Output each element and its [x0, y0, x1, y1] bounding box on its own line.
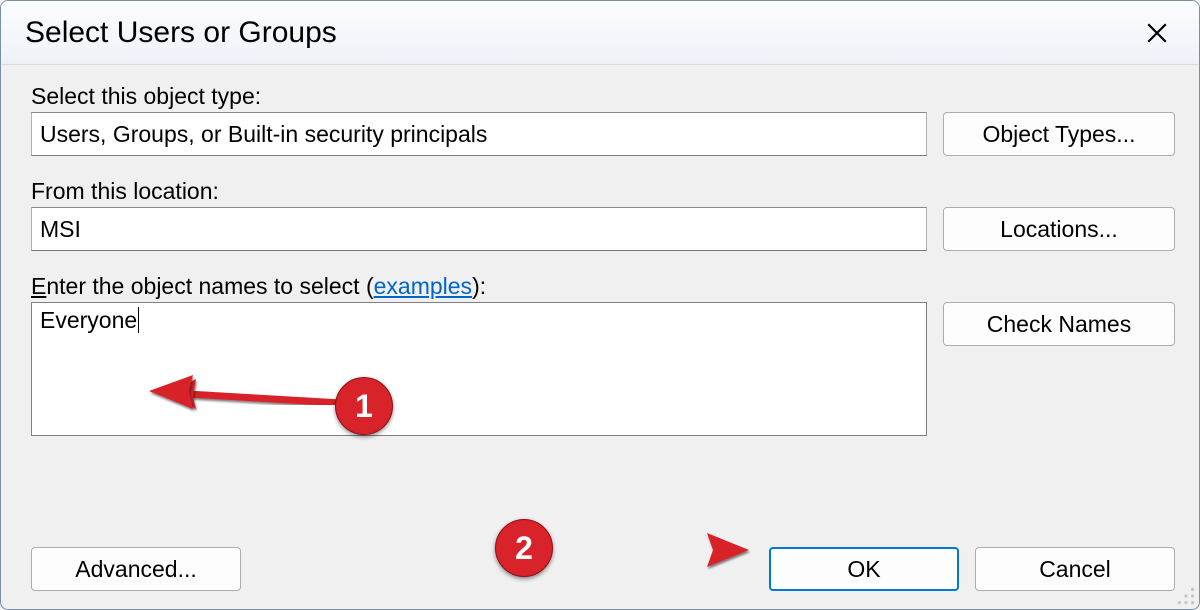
location-value: MSI — [40, 216, 81, 243]
cancel-button[interactable]: Cancel — [975, 547, 1175, 591]
locations-button-label: Locations... — [1000, 216, 1118, 243]
check-names-button-label: Check Names — [987, 311, 1131, 338]
check-names-button[interactable]: Check Names — [943, 302, 1175, 346]
close-button[interactable] — [1133, 12, 1181, 54]
location-field: MSI — [31, 207, 927, 251]
titlebar: Select Users or Groups — [1, 1, 1199, 65]
object-type-section: Select this object type: Users, Groups, … — [31, 83, 1175, 156]
close-icon — [1147, 23, 1167, 43]
object-names-label-suffix: ): — [472, 273, 486, 299]
examples-link[interactable]: examples — [374, 273, 472, 299]
object-names-label: Enter the object names to select (exampl… — [31, 273, 1175, 300]
object-type-label: Select this object type: — [31, 83, 1175, 110]
object-names-accelerator: E — [31, 273, 46, 299]
dialog-footer: Advanced... OK Cancel — [31, 547, 1175, 599]
object-names-value: Everyone — [40, 307, 137, 333]
text-caret — [138, 307, 139, 333]
object-names-label-text: nter the object names to select ( — [46, 273, 373, 299]
object-names-input[interactable]: Everyone — [31, 302, 927, 436]
window-title: Select Users or Groups — [25, 16, 337, 50]
location-section: From this location: MSI Locations... — [31, 178, 1175, 251]
resize-grip-icon[interactable] — [1175, 585, 1197, 607]
select-users-dialog: Select Users or Groups Select this objec… — [0, 0, 1200, 610]
advanced-button[interactable]: Advanced... — [31, 547, 241, 591]
object-names-section: Enter the object names to select (exampl… — [31, 273, 1175, 436]
locations-button[interactable]: Locations... — [943, 207, 1175, 251]
ok-button-label: OK — [847, 556, 880, 583]
object-types-button-label: Object Types... — [983, 121, 1136, 148]
object-types-button[interactable]: Object Types... — [943, 112, 1175, 156]
cancel-button-label: Cancel — [1039, 556, 1111, 583]
advanced-button-label: Advanced... — [75, 556, 196, 583]
object-type-value: Users, Groups, or Built-in security prin… — [40, 121, 487, 148]
dialog-content: Select this object type: Users, Groups, … — [1, 65, 1199, 609]
object-type-field: Users, Groups, or Built-in security prin… — [31, 112, 927, 156]
location-label: From this location: — [31, 178, 1175, 205]
ok-button[interactable]: OK — [769, 547, 959, 591]
